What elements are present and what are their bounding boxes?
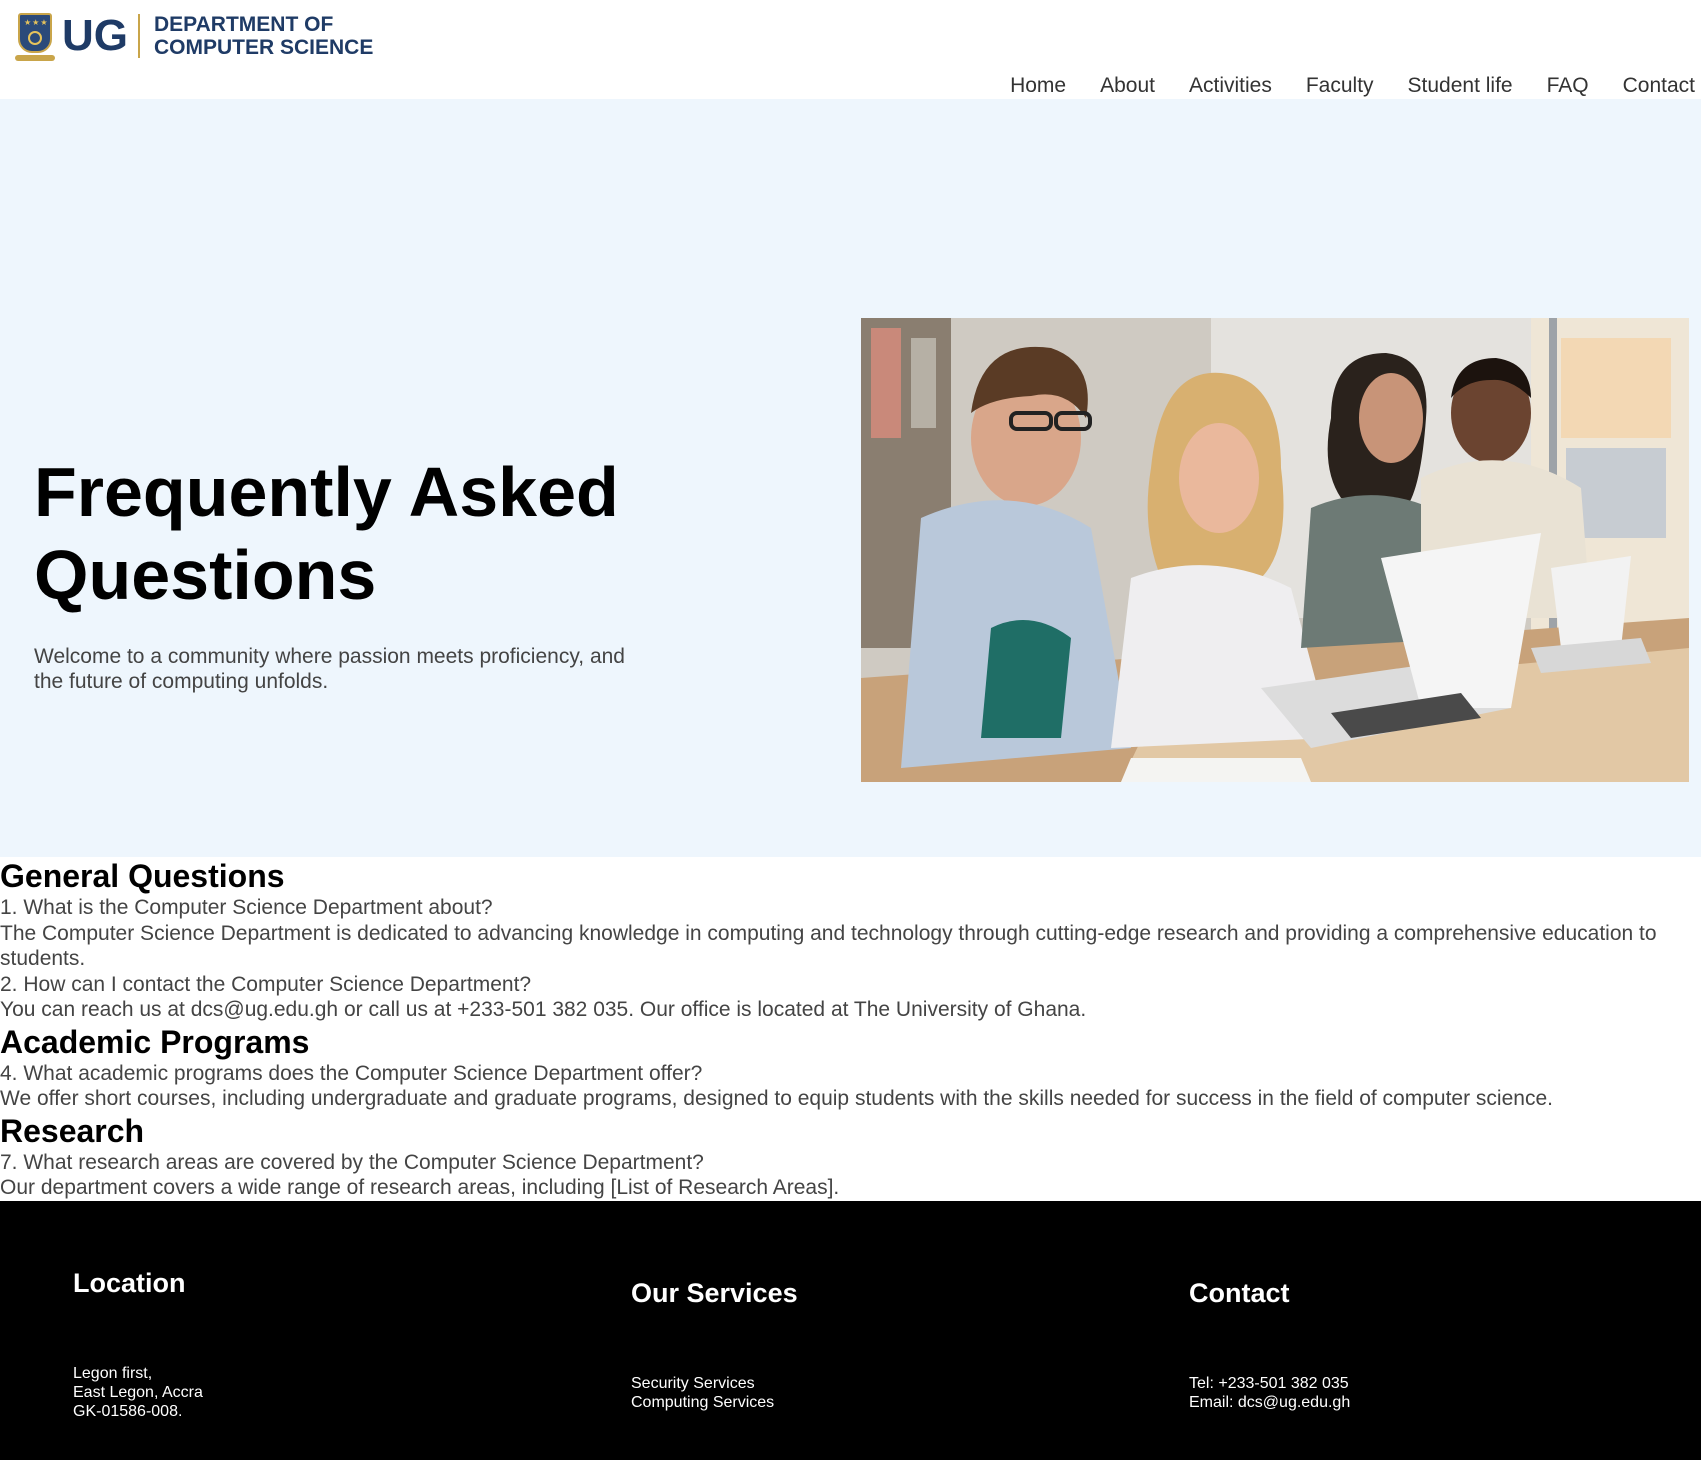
footer-contact-phone[interactable]: Tel: +233-501 382 035 <box>1189 1374 1350 1393</box>
site-logo[interactable]: ★★★ UG DEPARTMENT OF COMPUTER SCIENCE <box>15 10 373 62</box>
footer-location-heading: Location <box>73 1268 186 1298</box>
footer-service-item[interactable]: Security Services <box>631 1374 774 1393</box>
footer-services-heading: Our Services <box>631 1278 798 1308</box>
faq-question-2: 2. How can I contact the Computer Scienc… <box>0 972 532 996</box>
nav-activities[interactable]: Activities <box>1189 74 1272 98</box>
hero-image <box>861 318 1689 782</box>
nav-about[interactable]: About <box>1100 74 1155 98</box>
footer-contact-heading: Contact <box>1189 1278 1290 1308</box>
nav-faculty[interactable]: Faculty <box>1306 74 1374 98</box>
nav-faq[interactable]: FAQ <box>1547 74 1589 98</box>
department-name-line1: DEPARTMENT OF <box>154 13 334 36</box>
faq-question-4: 4. What academic programs does the Compu… <box>0 1061 703 1085</box>
footer-location-address: Legon first, East Legon, Accra GK-01586-… <box>73 1364 203 1421</box>
site-header: ★★★ UG DEPARTMENT OF COMPUTER SCIENCE Ho… <box>0 0 1701 99</box>
footer-contact-details: Tel: +233-501 382 035 Email: dcs@ug.edu.… <box>1189 1374 1350 1412</box>
site-footer: Location Legon first, East Legon, Accra … <box>0 1201 1701 1460</box>
general-questions-heading: General Questions <box>0 858 285 894</box>
footer-location-line: Legon first, <box>73 1365 153 1382</box>
faq-section: General Questions 1. What is the Compute… <box>0 857 1701 1201</box>
footer-service-item[interactable]: Computing Services <box>631 1393 774 1412</box>
footer-location-line: GK-01586-008. <box>73 1403 183 1420</box>
page-title: Frequently Asked Questions <box>34 453 619 614</box>
faq-answer-4: We offer short courses, including underg… <box>0 1087 1553 1110</box>
footer-location-line: East Legon, Accra <box>73 1384 203 1401</box>
nav-home[interactable]: Home <box>1010 74 1066 98</box>
research-heading: Research <box>0 1112 145 1149</box>
logo-abbreviation: UG <box>62 11 128 60</box>
faq-question-1: 1. What is the Computer Science Departme… <box>0 896 493 919</box>
footer-contact-email[interactable]: Email: dcs@ug.edu.gh <box>1189 1393 1350 1412</box>
faq-question-7: 7. What research areas are covered by th… <box>0 1150 704 1174</box>
faq-answer-7: Our department covers a wide range of re… <box>0 1176 840 1199</box>
footer-services-list: Security Services Computing Services <box>631 1374 774 1412</box>
main-nav: Home About Activities Faculty Student li… <box>976 74 1695 98</box>
nav-student-life[interactable]: Student life <box>1408 74 1513 98</box>
department-name: DEPARTMENT OF COMPUTER SCIENCE <box>154 13 373 59</box>
faq-answer-2: You can reach us at dcs@ug.edu.gh or cal… <box>0 998 1087 1021</box>
ug-crest-icon: ★★★ <box>15 11 55 61</box>
faq-answer-1: The Computer Science Department is dedic… <box>0 921 1657 971</box>
department-name-line2: COMPUTER SCIENCE <box>154 36 374 59</box>
nav-contact[interactable]: Contact <box>1623 74 1695 98</box>
hero-section: Frequently Asked Questions Welcome to a … <box>0 99 1701 857</box>
logo-divider <box>138 14 140 58</box>
academic-programs-heading: Academic Programs <box>0 1023 310 1060</box>
hero-subtitle: Welcome to a community where passion mee… <box>34 645 625 693</box>
